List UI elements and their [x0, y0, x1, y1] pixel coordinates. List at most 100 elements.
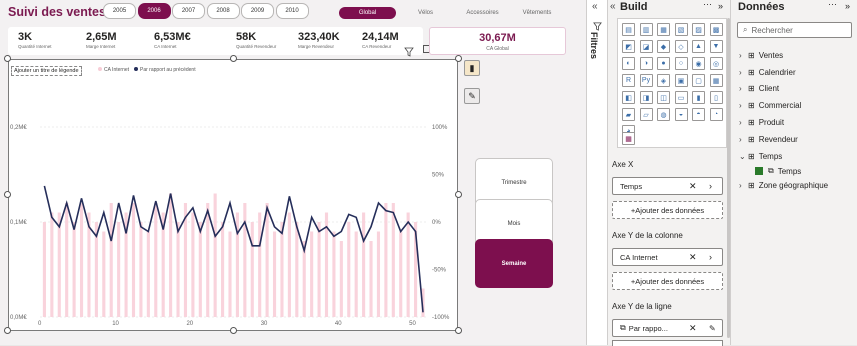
chevron-right-icon[interactable]: › [739, 101, 748, 110]
table-item-produit[interactable]: › ⊞ Produit [739, 114, 857, 131]
segment-button-1[interactable]: Global [339, 7, 396, 19]
chevron-right-icon[interactable]: › [739, 118, 748, 127]
visual-type-icon[interactable]: ▣ [674, 74, 688, 87]
data-expand-icon[interactable]: » [845, 1, 850, 11]
visual-type-icon[interactable]: ● [657, 57, 670, 70]
visual-type-icon[interactable]: ◪ [639, 40, 653, 53]
visual-type-icon[interactable]: ◫ [657, 91, 670, 104]
visual-type-icon[interactable]: ▧ [674, 23, 688, 36]
visual-type-icon[interactable]: ◇ [674, 40, 688, 53]
table-item-commercial[interactable]: › ⊞ Commercial [739, 97, 857, 114]
year-button-2007[interactable]: 2007 [172, 3, 205, 19]
search-placeholder: Rechercher [751, 25, 793, 35]
visual-type-icon[interactable]: ◐ [622, 57, 635, 70]
resize-handle[interactable] [4, 327, 11, 334]
resize-handle[interactable] [230, 55, 237, 62]
visual-type-icon[interactable]: ◑ [639, 57, 653, 70]
data-more-icon[interactable]: ··· [828, 0, 837, 9]
chevron-right-icon[interactable]: › [739, 68, 748, 77]
year-button-2008[interactable]: 2008 [206, 3, 240, 19]
visual-type-icon[interactable]: ▭ [674, 91, 688, 104]
filter-icon[interactable] [404, 44, 414, 57]
hierarchy-icon: ⧉ [768, 166, 774, 176]
table-item-revendeur[interactable]: › ⊞ Revendeur [739, 131, 857, 148]
axe-y-col-well[interactable]: CA Internet ✕ › [612, 248, 723, 266]
year-button-2010[interactable]: 2010 [275, 3, 309, 19]
remove-field-icon[interactable]: ✕ [689, 252, 697, 263]
table-item-client[interactable]: › ⊞ Client [739, 81, 857, 98]
filters-pane-collapsed[interactable]: « Filtres [586, 0, 607, 345]
axe-y-line-well[interactable]: ⧉ Par rappo... ✕ ✎ [612, 319, 723, 337]
table-item-zonegographique[interactable]: › ⊞ Zone géographique [739, 178, 857, 195]
visual-type-icon[interactable]: ◩ [622, 40, 635, 53]
table-label: Commercial [758, 101, 802, 111]
visual-type-icon[interactable]: ◉ [692, 57, 705, 70]
table-item-calendrier[interactable]: › ⊞ Calendrier [739, 64, 857, 81]
chevron-right-icon[interactable]: › [739, 84, 748, 93]
visual-type-icon[interactable]: ◒ [674, 108, 688, 121]
resize-handle[interactable] [455, 191, 462, 198]
visual-type-icon[interactable]: ○ [674, 57, 688, 70]
remove-field-icon[interactable]: ✕ [689, 323, 697, 334]
visual-type-icon[interactable]: Py [639, 74, 653, 87]
visual-type-icon[interactable]: ▨ [692, 23, 705, 36]
table-item-ventes[interactable]: › ⊞ Ventes [739, 47, 857, 64]
visual-type-icon[interactable]: ▮ [692, 91, 705, 104]
visual-type-icon[interactable]: ▲ [692, 40, 705, 53]
granularity-button-semaine[interactable]: Semaine [475, 239, 553, 288]
visual-type-icon[interactable]: ◧ [622, 91, 635, 104]
checkbox-checked[interactable] [755, 167, 763, 176]
visual-type-icon[interactable]: ◓ [692, 108, 705, 121]
resize-handle[interactable] [230, 327, 237, 334]
visual-type-icon[interactable]: ▼ [709, 40, 723, 53]
visual-type-icon[interactable]: ◍ [657, 108, 670, 121]
visual-type-icon[interactable]: ◨ [639, 91, 653, 104]
search-box[interactable]: ⌕ Rechercher [737, 22, 852, 38]
resize-handle[interactable] [4, 55, 11, 62]
visual-type-icon[interactable]: ▰ [622, 108, 635, 121]
axe-y-col-add-data[interactable]: +Ajouter des données [612, 272, 723, 290]
visual-type-icon[interactable]: ◈ [657, 74, 670, 87]
visual-type-icon[interactable]: R [622, 74, 635, 87]
year-button-2009[interactable]: 2009 [241, 3, 274, 19]
visual-type-icon[interactable]: ▱ [639, 108, 653, 121]
axe-x-add-data[interactable]: +Ajouter des données [612, 201, 723, 219]
visual-type-icon[interactable]: ▩ [709, 23, 723, 36]
remove-field-icon[interactable]: ✕ [689, 181, 697, 192]
year-button-2006[interactable]: 2006 [137, 3, 171, 19]
table-item-temps[interactable]: ⌄ ⊞ Temps [739, 148, 857, 165]
chevron-right-icon[interactable]: › [709, 252, 712, 262]
next-well[interactable] [612, 340, 723, 346]
segment-button-4[interactable]: Vêtements [508, 7, 566, 19]
chevron-right-icon[interactable]: › [739, 51, 748, 60]
resize-handle[interactable] [4, 191, 11, 198]
visual-analytics-button[interactable]: ✎ [464, 88, 480, 104]
resize-handle[interactable] [455, 327, 462, 334]
axe-x-well[interactable]: Temps ✕ › [612, 177, 723, 195]
edit-icon[interactable]: ✎ [709, 324, 716, 333]
visual-type-icon[interactable]: ◔ [709, 108, 723, 121]
visual-type-icon[interactable]: ▯ [709, 91, 723, 104]
segment-button-2[interactable]: Vélos [398, 7, 453, 19]
resize-handle[interactable] [455, 55, 462, 62]
visual-type-icon[interactable]: ▤ [622, 23, 635, 36]
visual-type-icon[interactable]: ▢ [692, 74, 705, 87]
format-visual-icon[interactable]: ▦ [622, 132, 635, 145]
visual-format-button[interactable]: ▮ [464, 60, 480, 76]
chevron-down-icon[interactable]: ⌄ [739, 152, 748, 161]
field-item-temps[interactable]: ⧉ Temps [739, 165, 857, 178]
build-collapse-icon[interactable]: « [610, 1, 616, 12]
chevron-right-icon[interactable]: › [739, 135, 748, 144]
visual-type-icon[interactable]: ◎ [709, 57, 723, 70]
collapse-chevron-icon[interactable]: « [592, 1, 598, 12]
visual-type-icon[interactable]: ▦ [709, 74, 723, 87]
chevron-right-icon[interactable]: › [739, 181, 748, 190]
year-button-2005[interactable]: 2005 [103, 3, 136, 19]
build-more-icon[interactable]: ··· [703, 0, 712, 9]
visual-type-icon[interactable]: ▦ [657, 23, 670, 36]
visual-type-icon[interactable]: ▥ [639, 23, 653, 36]
build-expand-icon[interactable]: » [718, 1, 723, 11]
visual-type-icon[interactable]: ◆ [657, 40, 670, 53]
segment-button-3[interactable]: Accessoires [455, 7, 510, 19]
chevron-right-icon[interactable]: › [709, 181, 712, 191]
